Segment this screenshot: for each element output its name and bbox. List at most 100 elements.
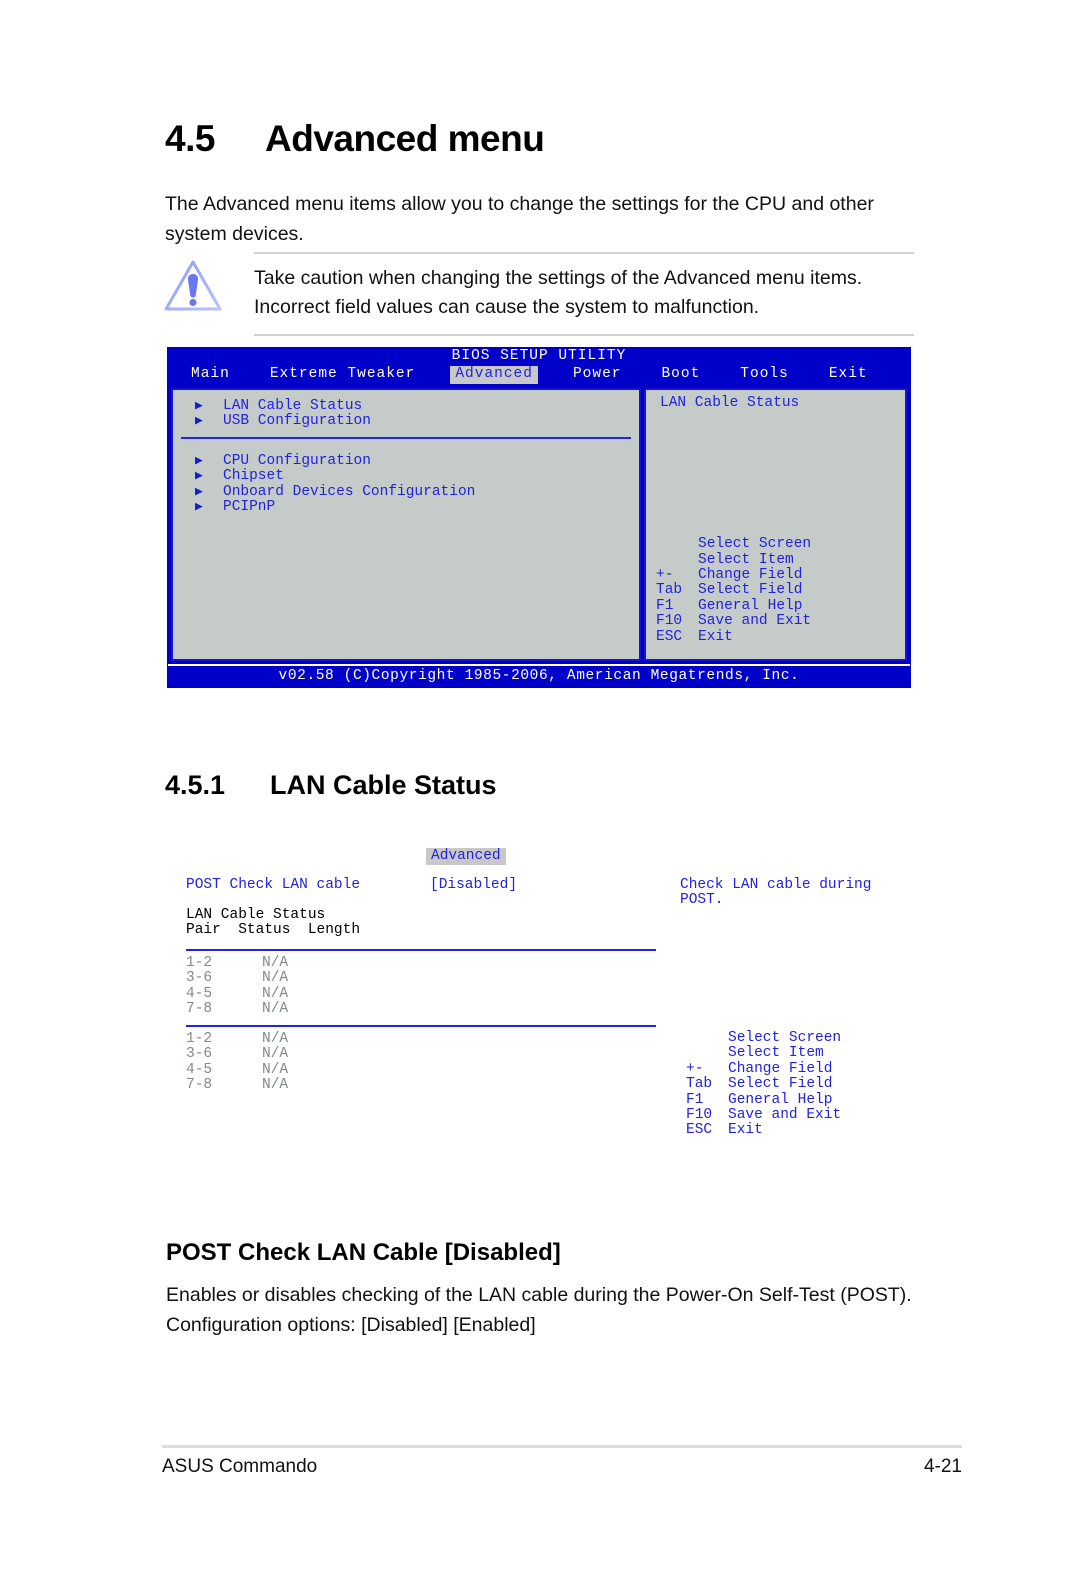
bios2-status-heading-l2: Pair Status Length (186, 922, 361, 939)
bios2-cell-status: N/A (262, 1031, 289, 1047)
bios2-pair-row: 3-6 N/A (186, 1046, 656, 1062)
bios-menu-panel: ▶ LAN Cable Status ▶ USB Configuration ▶ CPU… (171, 388, 641, 661)
bios-menu-item-label: Chipset (223, 468, 284, 485)
key-legend-row: Tab Select Field (656, 582, 811, 599)
caution-note: Take caution when changing the settings … (162, 252, 914, 336)
key-legend-key: F10 (686, 1106, 713, 1123)
bios-menu-item-chipset[interactable]: ▶ Chipset (195, 468, 639, 485)
key-legend-desc: Select Item (728, 1045, 824, 1062)
caution-note-body: Take caution when changing the settings … (254, 252, 914, 336)
bios-menu-item-label: Onboard Devices Configuration (223, 483, 476, 500)
key-legend-key: Tab (686, 1076, 713, 1093)
bios2-cell-status: N/A (262, 1061, 289, 1078)
item-heading: POST Check LAN Cable [Disabled] (166, 1239, 561, 1266)
footer-product-name: ASUS Commando (162, 1456, 318, 1477)
bios-tab-tools[interactable]: Tools (735, 366, 794, 383)
bios2-cell-pair: 1-2 (186, 1031, 213, 1047)
table-divider (186, 949, 656, 951)
bios-menu-group-1: ▶ LAN Cable Status ▶ USB Configuration (173, 396, 639, 429)
bios-menu-item-usb-configuration[interactable]: ▶ USB Configuration (195, 413, 639, 430)
bios2-post-check-label: POST Check LAN cable (186, 877, 361, 893)
key-legend-desc: General Help (698, 597, 803, 614)
document-page: 4.5 Advanced menu The Advanced menu item… (0, 0, 1080, 1590)
bios2-cell-pair: 1-2 (186, 955, 213, 971)
key-legend-desc: Change Field (728, 1060, 833, 1077)
key-legend-key: +- (686, 1060, 704, 1077)
bios2-cell-status: N/A (262, 970, 289, 987)
bios-menu-item-label: PCIPnP (223, 498, 276, 515)
warning-triangle-icon (162, 252, 254, 319)
key-legend-key: F1 (686, 1091, 704, 1108)
bios-copyright-bar: v02.58 (C)Copyright 1985-2006, American … (168, 664, 910, 687)
bios2-pair-row: 1-2 N/A (186, 1031, 656, 1047)
caution-note-text: Take caution when changing the settings … (254, 267, 863, 318)
triangle-right-icon: ▶ (195, 413, 203, 429)
section-title: Advanced menu (265, 118, 545, 159)
bios-tab-power[interactable]: Power (568, 366, 627, 383)
key-legend-row: Select Screen (686, 1030, 841, 1046)
bios-tab-exit[interactable]: Exit (824, 366, 873, 383)
key-legend-row: F1 General Help (656, 597, 811, 614)
key-legend-key: Tab (656, 582, 683, 599)
triangle-right-icon: ▶ (195, 498, 203, 514)
bios2-pair-row: 3-6 N/A (186, 970, 656, 987)
key-legend-desc: Exit (698, 628, 733, 645)
bios2-pair-row: 1-2 N/A (186, 955, 656, 971)
bios-menu-item-label: USB Configuration (223, 413, 371, 430)
key-legend-row: Tab Select Field (686, 1076, 841, 1093)
bios-setup-screenshot-advanced: BIOS SETUP UTILITY Main Extreme Tweaker Ad… (167, 347, 911, 688)
triangle-right-icon: ▶ (195, 452, 203, 468)
bios-help-panel: LAN Cable Status Select Screen Select Ite… (644, 388, 907, 661)
bios2-post-check-value[interactable]: [Disabled] (430, 877, 517, 893)
key-legend-desc: General Help (728, 1091, 833, 1108)
bios-setup-screenshot-lan-cable-status: Advanced POST Check LAN cable [Disabled]… (186, 845, 896, 1145)
bios2-cell-pair: 7-8 (186, 1001, 213, 1018)
bios2-pair-table-primary: 1-2 N/A 3-6 N/A 4-5 N/A 7-8 N/A (186, 949, 656, 1018)
bios2-cell-status: N/A (262, 985, 289, 1002)
bios2-cell-pair: 7-8 (186, 1077, 213, 1094)
bios2-cell-status: N/A (262, 1077, 289, 1094)
bios2-post-check-row: POST Check LAN cable [Disabled] (186, 877, 517, 893)
section-intro-paragraph: The Advanced menu items allow you to cha… (165, 193, 874, 245)
bios-tab-boot[interactable]: Boot (656, 366, 705, 383)
subsection-number: 4.5.1 (165, 770, 226, 800)
key-legend-row: ESC Exit (686, 1122, 841, 1138)
key-legend-desc: Save and Exit (728, 1106, 842, 1123)
bios2-status-heading-l1: LAN Cable Status (186, 907, 326, 923)
bios-tab-extreme-tweaker[interactable]: Extreme Tweaker (265, 366, 421, 383)
bios-tab-advanced[interactable]: Advanced (450, 366, 538, 384)
bios-menu-item-lan-cable-status[interactable]: ▶ LAN Cable Status (195, 398, 639, 414)
key-legend-desc: Save and Exit (698, 613, 812, 630)
key-legend-row: Select Screen (656, 536, 812, 553)
bios-title: BIOS SETUP UTILITY (451, 348, 627, 364)
key-legend-key: +- (656, 567, 674, 584)
triangle-right-icon: ▶ (195, 398, 203, 413)
bios-menu-group-2: ▶ CPU Configuration ▶ Chipset ▶ Onboard Devic… (173, 451, 639, 515)
bios2-cell-pair: 4-5 (186, 1061, 213, 1078)
bios2-pair-table-secondary: 1-2 N/A 3-6 N/A 4-5 N/A 7-8 N/A (186, 1025, 656, 1094)
key-legend-desc: Select Field (728, 1076, 833, 1093)
bios2-cell-status: N/A (262, 955, 289, 971)
key-legend-desc: Change Field (698, 567, 803, 584)
bios-key-legend: Select Screen Select Item +- Change Field Ta… (656, 536, 812, 645)
bios-menu-item-onboard-devices-configuration[interactable]: ▶ Onboard Devices Configuration (195, 483, 639, 500)
bios-tab-main[interactable]: Main (186, 366, 235, 383)
bios2-pair-row: 4-5 N/A (186, 985, 656, 1002)
key-legend-row: F10 Save and Exit (656, 613, 812, 630)
bios2-help-text: Check LAN cable during POST. (680, 877, 872, 909)
key-legend-row: Select Item (656, 551, 811, 568)
section-heading: 4.5 Advanced menu (165, 118, 545, 160)
key-legend-desc: Select Screen (698, 536, 812, 553)
bios-tab-bar: Main Extreme Tweaker Advanced Power Boot Tool… (168, 365, 910, 385)
bios-menu-item-pcipnp[interactable]: ▶ PCIPnP (195, 498, 639, 515)
item-description: Enables or disables checking of the LAN … (166, 1284, 912, 1336)
key-legend-desc: Select Item (698, 551, 794, 568)
footer-page-number: 4-21 (923, 1456, 962, 1477)
key-legend-key: ESC (656, 628, 683, 645)
triangle-right-icon: ▶ (195, 468, 203, 484)
key-legend-key (686, 1031, 728, 1046)
key-legend-key (656, 537, 698, 552)
bios2-pair-row: 7-8 N/A (186, 1001, 656, 1018)
bios-menu-item-cpu-configuration[interactable]: ▶ CPU Configuration (195, 452, 639, 469)
